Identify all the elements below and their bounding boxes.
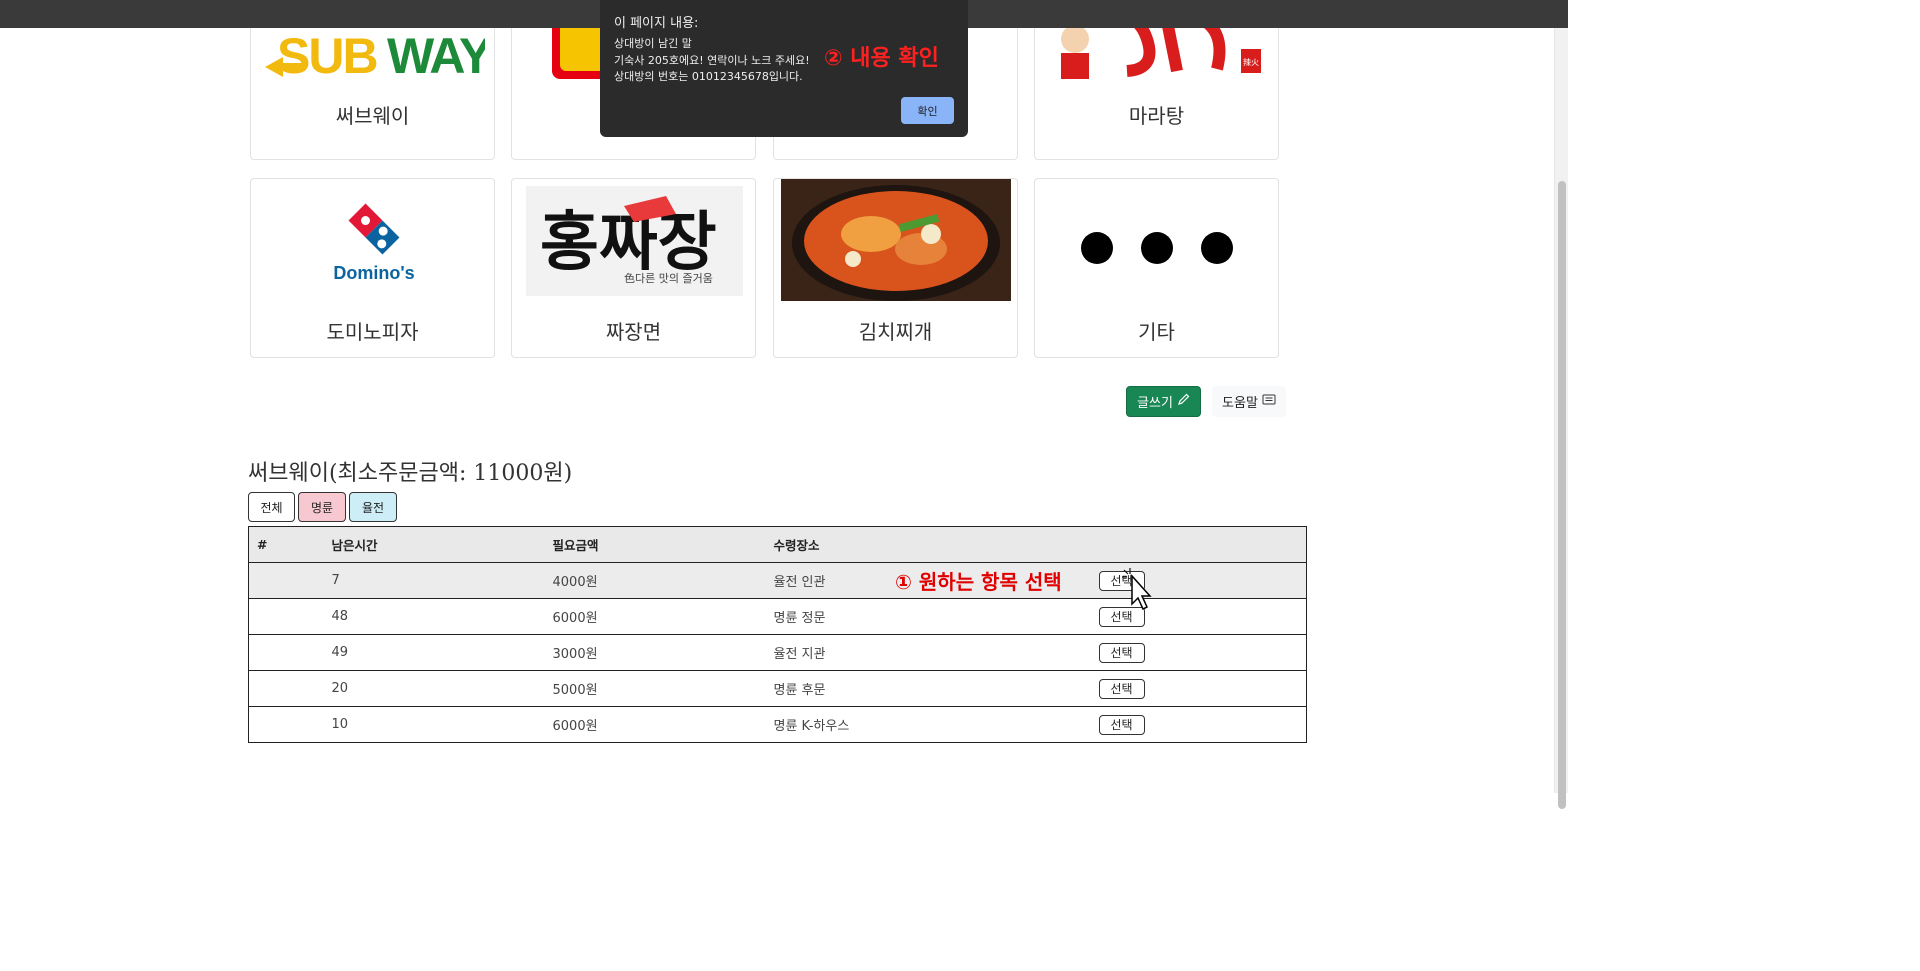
select-button[interactable]: 선택 xyxy=(1098,678,1145,699)
row-amount: 4000원 xyxy=(552,562,774,599)
row-time: 7 xyxy=(331,562,553,599)
hongjjajang-logo: 홍짜장 色다른 맛의 즐거움 xyxy=(526,186,743,296)
orders-table: # 남은시간 필요금액 수령장소 7 4000원 율전 인관 선택 48 600… xyxy=(248,526,1307,743)
header-place: 수령장소 xyxy=(773,526,1099,563)
dialog-message: 상대방이 남긴 말 기숙사 205호에요! 연락이나 노크 주세요! 상대방의 … xyxy=(614,37,810,83)
row-num xyxy=(248,706,332,743)
svg-text:홍짜장: 홍짜장 xyxy=(540,205,717,280)
table-header-row: # 남은시간 필요금액 수령장소 xyxy=(248,526,1307,563)
header-amount: 필요금액 xyxy=(552,526,774,563)
svg-text:辣火: 辣火 xyxy=(1243,57,1259,67)
row-time: 20 xyxy=(331,670,553,707)
more-dots-icon xyxy=(1079,229,1239,269)
scrollbar-thumb[interactable] xyxy=(1558,181,1566,809)
row-num xyxy=(248,634,332,671)
store-label-mala: 마라탕 xyxy=(1128,104,1185,128)
row-place: 명륜 K-하우스 xyxy=(773,706,1099,743)
svg-text:WAY: WAY xyxy=(387,28,485,79)
svg-text:色다른 맛의 즐거움: 色다른 맛의 즐거움 xyxy=(624,271,713,285)
dominos-logo: Domino's xyxy=(309,201,439,283)
kimchi-stew-photo xyxy=(781,179,1011,301)
svg-text:SUB: SUB xyxy=(277,28,377,79)
row-num xyxy=(248,598,332,635)
write-label: 글쓰기 xyxy=(1137,396,1173,411)
store-card-etc[interactable]: 기타 xyxy=(1034,178,1279,358)
write-button[interactable]: 글쓰기 xyxy=(1126,386,1201,417)
table-row[interactable]: 49 3000원 율전 지관 선택 xyxy=(248,634,1307,671)
row-num xyxy=(248,562,332,599)
select-button[interactable]: 선택 xyxy=(1098,714,1145,735)
annotation-step2: ② 내용 확인 xyxy=(824,46,939,71)
row-time: 10 xyxy=(331,706,553,743)
store-label-etc: 기타 xyxy=(1138,320,1175,344)
dialog-ok-button[interactable]: 확인 xyxy=(901,97,954,124)
select-button[interactable]: 선택 xyxy=(1098,642,1145,663)
dialog-title: 이 페이지 내용: xyxy=(614,16,699,31)
row-place: 율전 지관 xyxy=(773,634,1099,671)
table-row[interactable]: 10 6000원 명륜 K-하우스 선택 xyxy=(248,706,1307,743)
row-place: 명륜 정문 xyxy=(773,598,1099,635)
table-row[interactable]: 20 5000원 명륜 후문 선택 xyxy=(248,670,1307,707)
help-label: 도움말 xyxy=(1222,396,1258,411)
store-label-dominos: 도미노피자 xyxy=(326,320,419,344)
help-button[interactable]: 도움말 xyxy=(1212,386,1286,417)
pencil-icon xyxy=(1177,393,1190,410)
row-amount: 3000원 xyxy=(552,634,774,671)
row-time: 48 xyxy=(331,598,553,635)
store-card-kimchi[interactable]: 김치찌개 xyxy=(773,178,1018,358)
section-title: 써브웨이(최소주문금액: 11000원) xyxy=(248,461,573,486)
message-icon xyxy=(1262,394,1276,410)
store-label-subway: 써브웨이 xyxy=(335,104,410,128)
filter-all-button[interactable]: 전체 xyxy=(248,492,295,522)
header-num: # xyxy=(248,526,332,563)
header-action xyxy=(1098,526,1307,563)
filter-myungryun-button[interactable]: 명륜 xyxy=(298,492,346,522)
row-place: 명륜 후문 xyxy=(773,670,1099,707)
header-time: 남은시간 xyxy=(331,526,553,563)
row-amount: 6000원 xyxy=(552,598,774,635)
store-label-jjajang: 짜장면 xyxy=(605,320,662,344)
annotation-step1: ① 원하는 항목 선택 xyxy=(895,570,1062,594)
mouse-cursor-icon xyxy=(1120,566,1154,616)
row-num xyxy=(248,670,332,707)
row-amount: 6000원 xyxy=(552,706,774,743)
row-time: 49 xyxy=(331,634,553,671)
store-card-jjajang[interactable]: 홍짜장 色다른 맛의 즐거움 짜장면 xyxy=(511,178,756,358)
row-amount: 5000원 xyxy=(552,670,774,707)
svg-text:Domino's: Domino's xyxy=(333,263,414,283)
filter-yuljeon-button[interactable]: 율전 xyxy=(349,492,397,522)
store-label-kimchi: 김치찌개 xyxy=(858,320,933,344)
page-scrollbar[interactable] xyxy=(1554,28,1568,809)
store-card-dominos[interactable]: Domino's 도미노피자 xyxy=(250,178,495,358)
